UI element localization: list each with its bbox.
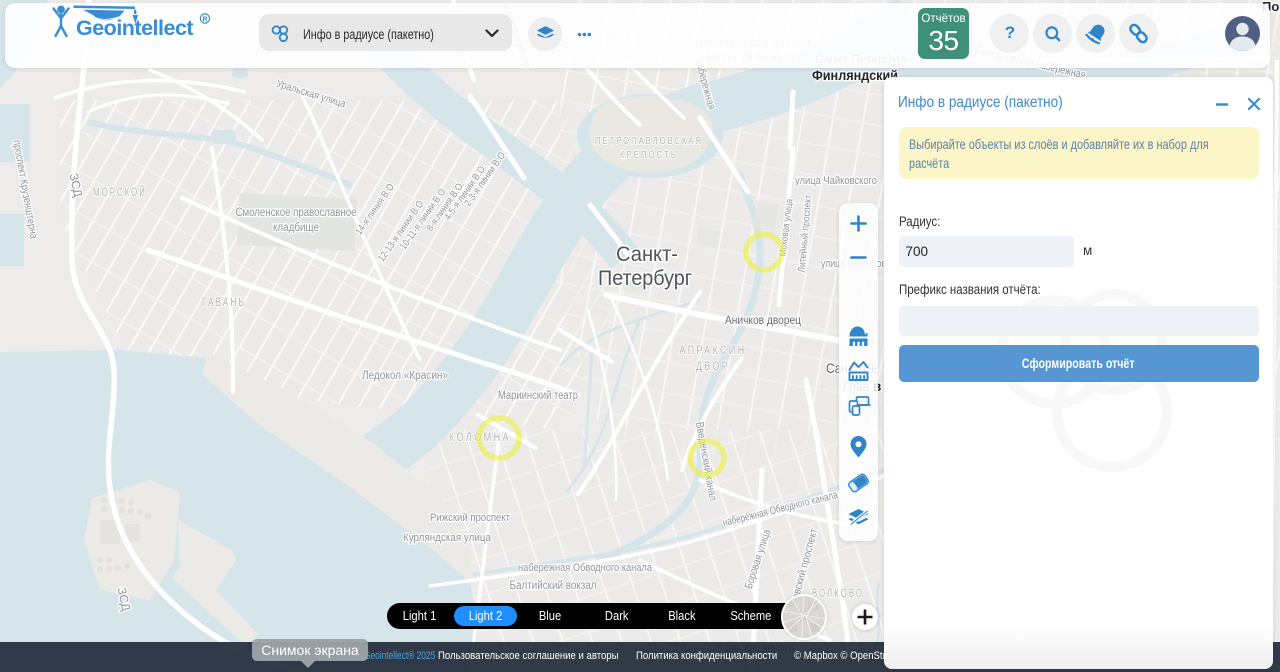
svg-text:Рижский проспект: Рижский проспект — [430, 512, 510, 524]
svg-text:Курляндская улица: Курляндская улица — [403, 532, 492, 544]
svg-text:улица Чайковского: улица Чайковского — [795, 175, 877, 187]
svg-text:R: R — [202, 16, 207, 23]
svg-text:набережная Обводного канала: набережная Обводного канала — [518, 562, 653, 574]
svg-text:кладбище: кладбище — [273, 222, 319, 234]
svg-text:МОРСКОЙ: МОРСКОЙ — [93, 186, 147, 199]
svg-text:ДВОР: ДВОР — [696, 361, 730, 373]
svg-text:ПЕТРОПАВЛОВСКАЯ: ПЕТРОПАВЛОВСКАЯ — [595, 135, 703, 147]
svg-text:КРЕПОСТЬ: КРЕПОСТЬ — [620, 149, 678, 161]
svg-text:ГАВАНЬ: ГАВАНЬ — [202, 297, 246, 309]
svg-text:Мариинский театр: Мариинский театр — [498, 390, 578, 402]
svg-text:Ледокол «Красин»: Ледокол «Красин» — [362, 370, 448, 382]
svg-text:Санкт-: Санкт- — [616, 243, 678, 266]
svg-text:ВОЛКОВО: ВОЛКОВО — [812, 588, 864, 600]
svg-text:АПРАКСИН: АПРАКСИН — [680, 345, 747, 357]
svg-text:Geointellect: Geointellect — [76, 16, 193, 40]
svg-text:Смоленское православное: Смоленское православное — [236, 207, 357, 219]
svg-text:Балтийский вокзал: Балтийский вокзал — [510, 580, 597, 592]
svg-text:Аничков дворец: Аничков дворец — [725, 313, 801, 327]
svg-text:Петербург: Петербург — [598, 267, 692, 290]
